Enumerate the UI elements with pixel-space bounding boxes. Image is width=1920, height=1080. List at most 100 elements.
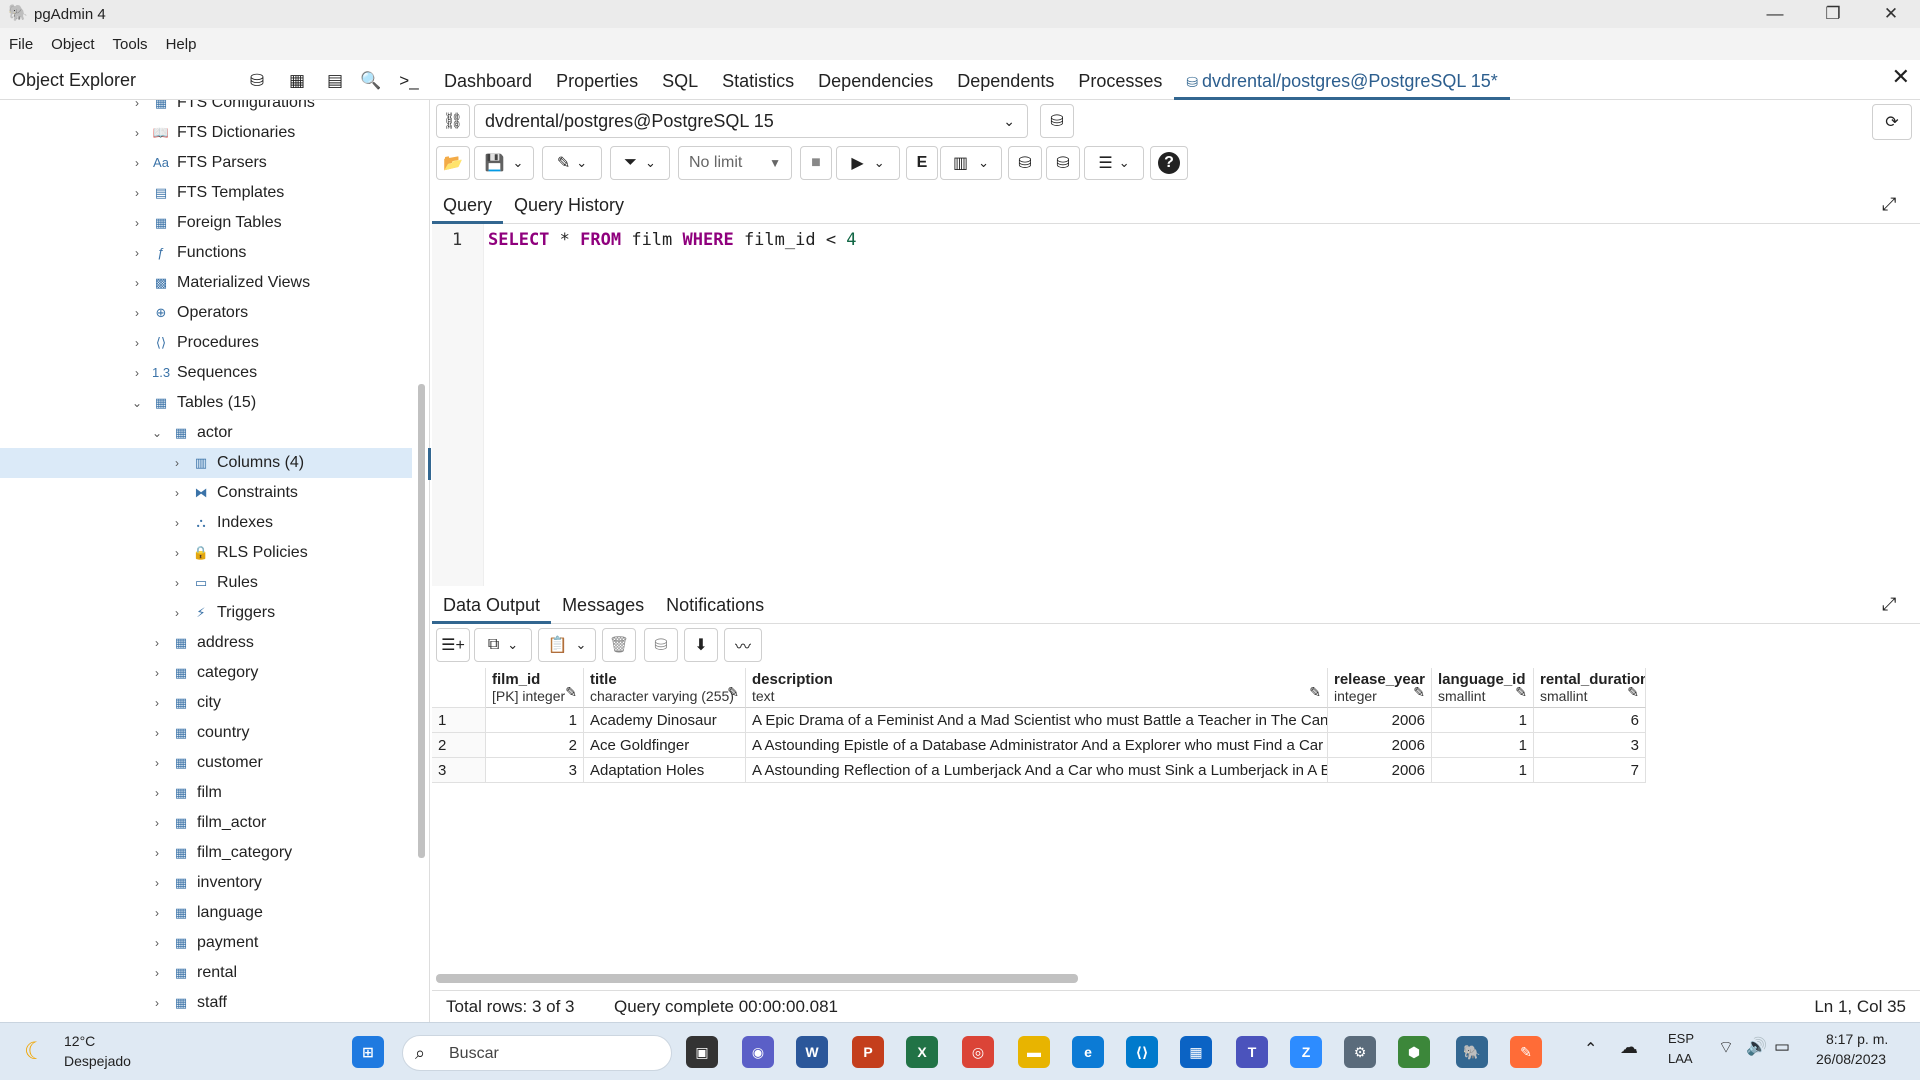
chevron-right-icon[interactable]: › bbox=[150, 846, 164, 860]
chevron-right-icon[interactable]: › bbox=[170, 516, 184, 530]
chevron-right-icon[interactable]: › bbox=[150, 726, 164, 740]
tree-item-language[interactable]: › ▦ language bbox=[0, 898, 412, 928]
chevron-down-icon[interactable]: ⌄ bbox=[130, 396, 144, 410]
filtered-rows-icon[interactable]: ▤ bbox=[322, 68, 348, 94]
download-icon[interactable]: ⬇ bbox=[684, 628, 718, 662]
column-header-film-id[interactable]: film_id [PK] integer ✎ bbox=[486, 668, 584, 708]
menu-file[interactable]: File bbox=[0, 36, 42, 53]
language-region[interactable]: LAA bbox=[1668, 1051, 1693, 1066]
pencil-icon[interactable]: ✎ bbox=[565, 684, 577, 701]
save-button[interactable]: 💾 ⌄ bbox=[474, 146, 534, 180]
pencil-icon[interactable]: ✎ bbox=[727, 684, 739, 701]
tree-item-rules[interactable]: › ▭ Rules bbox=[0, 568, 412, 598]
tab-processes[interactable]: Processes bbox=[1066, 62, 1174, 100]
chevron-right-icon[interactable]: › bbox=[130, 246, 144, 260]
chevron-right-icon[interactable]: › bbox=[130, 306, 144, 320]
tab-dependencies[interactable]: Dependencies bbox=[806, 62, 945, 100]
tab-data-output[interactable]: Data Output bbox=[432, 588, 552, 624]
chevron-right-icon[interactable]: › bbox=[170, 456, 184, 470]
chevron-right-icon[interactable]: › bbox=[170, 576, 184, 590]
tree-item-fts-dictionaries[interactable]: › 📖 FTS Dictionaries bbox=[0, 118, 412, 148]
table-cell[interactable]: 7 bbox=[1534, 758, 1646, 783]
tree-item-indexes[interactable]: › ⛬ Indexes bbox=[0, 508, 412, 538]
query-tool-icon[interactable]: ⛁ bbox=[244, 68, 270, 94]
expand-results-icon[interactable]: ⤢ bbox=[1882, 594, 1896, 615]
start-icon[interactable]: ⊞ bbox=[352, 1036, 384, 1068]
table-cell[interactable]: 1 bbox=[1432, 758, 1534, 783]
chevron-right-icon[interactable]: › bbox=[150, 876, 164, 890]
tab-notifications[interactable]: Notifications bbox=[655, 588, 775, 624]
menu-object[interactable]: Object bbox=[42, 36, 103, 53]
chevron-right-icon[interactable]: › bbox=[130, 126, 144, 140]
tab-query-tool[interactable]: ⛁ dvdrental/postgres@PostgreSQL 15* bbox=[1174, 62, 1510, 100]
tree-item-functions[interactable]: › ƒ Functions bbox=[0, 238, 412, 268]
search-icon[interactable]: 🔍 bbox=[358, 68, 384, 94]
delete-icon[interactable]: 🗑 bbox=[602, 628, 636, 662]
file-explorer-icon[interactable]: ▬ bbox=[1018, 1036, 1050, 1068]
chevron-right-icon[interactable]: › bbox=[150, 696, 164, 710]
tab-dependents[interactable]: Dependents bbox=[945, 62, 1066, 100]
tree-item-rental[interactable]: › ▦ rental bbox=[0, 958, 412, 988]
tree-item-rls-policies[interactable]: › 🔒 RLS Policies bbox=[0, 538, 412, 568]
postman-icon[interactable]: ✎ bbox=[1510, 1036, 1542, 1068]
tree-item-constraints[interactable]: › ⧓ Constraints bbox=[0, 478, 412, 508]
new-connection-icon[interactable]: ⛁ bbox=[1040, 104, 1074, 138]
explain-icon[interactable]: E bbox=[906, 146, 938, 180]
table-cell[interactable]: A Epic Drama of a Feminist And a Mad Sci… bbox=[746, 708, 1328, 733]
tab-properties[interactable]: Properties bbox=[544, 62, 650, 100]
tree-scrollbar[interactable] bbox=[418, 384, 425, 858]
chevron-right-icon[interactable]: › bbox=[150, 936, 164, 950]
tree-item-sequences[interactable]: › 1.3 Sequences bbox=[0, 358, 412, 388]
tab-dashboard[interactable]: Dashboard bbox=[432, 62, 544, 100]
help-icon[interactable]: ? bbox=[1150, 146, 1188, 180]
sql-editor[interactable]: 1 SELECT * FROM film WHERE film_id < 4 bbox=[432, 224, 1920, 586]
wifi-icon[interactable]: ⌔ bbox=[1718, 1037, 1734, 1058]
settings-icon[interactable]: ⚙ bbox=[1344, 1036, 1376, 1068]
table-cell[interactable]: A Astounding Epistle of a Database Admin… bbox=[746, 733, 1328, 758]
tree-item-fts-configurations[interactable]: › ▦ FTS Configurations bbox=[0, 100, 412, 118]
chevron-right-icon[interactable]: › bbox=[150, 786, 164, 800]
chevron-right-icon[interactable]: › bbox=[150, 906, 164, 920]
execute-button[interactable]: ▶ ⌄ bbox=[836, 146, 900, 180]
chevron-right-icon[interactable]: › bbox=[130, 100, 144, 110]
stop-icon[interactable]: ■ bbox=[800, 146, 832, 180]
chevron-right-icon[interactable]: › bbox=[130, 276, 144, 290]
chevron-right-icon[interactable]: › bbox=[150, 756, 164, 770]
commit-icon[interactable]: ⛁ bbox=[1008, 146, 1042, 180]
column-header-title[interactable]: title character varying (255) ✎ bbox=[584, 668, 746, 708]
filter-button[interactable]: ⏷ ⌄ bbox=[610, 146, 670, 180]
column-header-release-year[interactable]: release_year integer ✎ bbox=[1328, 668, 1432, 708]
table-cell[interactable]: 2 bbox=[486, 733, 584, 758]
chevron-right-icon[interactable]: › bbox=[130, 336, 144, 350]
zoom-icon[interactable]: Z bbox=[1290, 1036, 1322, 1068]
row-number[interactable]: 2 bbox=[432, 733, 486, 758]
tree-item-category[interactable]: › ▦ category bbox=[0, 658, 412, 688]
powerpoint-icon[interactable]: P bbox=[852, 1036, 884, 1068]
table-cell[interactable]: A Astounding Reflection of a Lumberjack … bbox=[746, 758, 1328, 783]
tree-item-film[interactable]: › ▦ film bbox=[0, 778, 412, 808]
pencil-icon[interactable]: ✎ bbox=[1309, 684, 1321, 701]
chevron-right-icon[interactable]: › bbox=[170, 606, 184, 620]
tree-item-city[interactable]: › ▦ city bbox=[0, 688, 412, 718]
chevron-right-icon[interactable]: › bbox=[170, 486, 184, 500]
tree-item-fts-templates[interactable]: › ▤ FTS Templates bbox=[0, 178, 412, 208]
chevron-right-icon[interactable]: › bbox=[130, 216, 144, 230]
add-row-icon[interactable]: ☰+ bbox=[436, 628, 470, 662]
close-window-button[interactable]: ✕ bbox=[1868, 0, 1914, 28]
menu-tools[interactable]: Tools bbox=[104, 36, 157, 53]
row-number[interactable]: 1 bbox=[432, 708, 486, 733]
table-cell[interactable]: 1 bbox=[486, 708, 584, 733]
pgadmin-icon[interactable]: 🐘 bbox=[1456, 1036, 1488, 1068]
macros-button[interactable]: ☰ ⌄ bbox=[1084, 146, 1144, 180]
pencil-icon[interactable]: ✎ bbox=[1627, 684, 1639, 701]
table-cell[interactable]: 1 bbox=[1432, 733, 1534, 758]
rollback-icon[interactable]: ⛁ bbox=[1046, 146, 1080, 180]
close-tab-icon[interactable]: ✕ bbox=[1892, 64, 1910, 90]
copy-button[interactable]: ⧉ ⌄ bbox=[474, 628, 532, 662]
language-code[interactable]: ESP bbox=[1668, 1031, 1694, 1046]
row-number[interactable]: 3 bbox=[432, 758, 486, 783]
chevron-right-icon[interactable]: › bbox=[170, 546, 184, 560]
tree-item-address[interactable]: › ▦ address bbox=[0, 628, 412, 658]
chevron-right-icon[interactable]: › bbox=[150, 966, 164, 980]
tab-sql[interactable]: SQL bbox=[650, 62, 710, 100]
